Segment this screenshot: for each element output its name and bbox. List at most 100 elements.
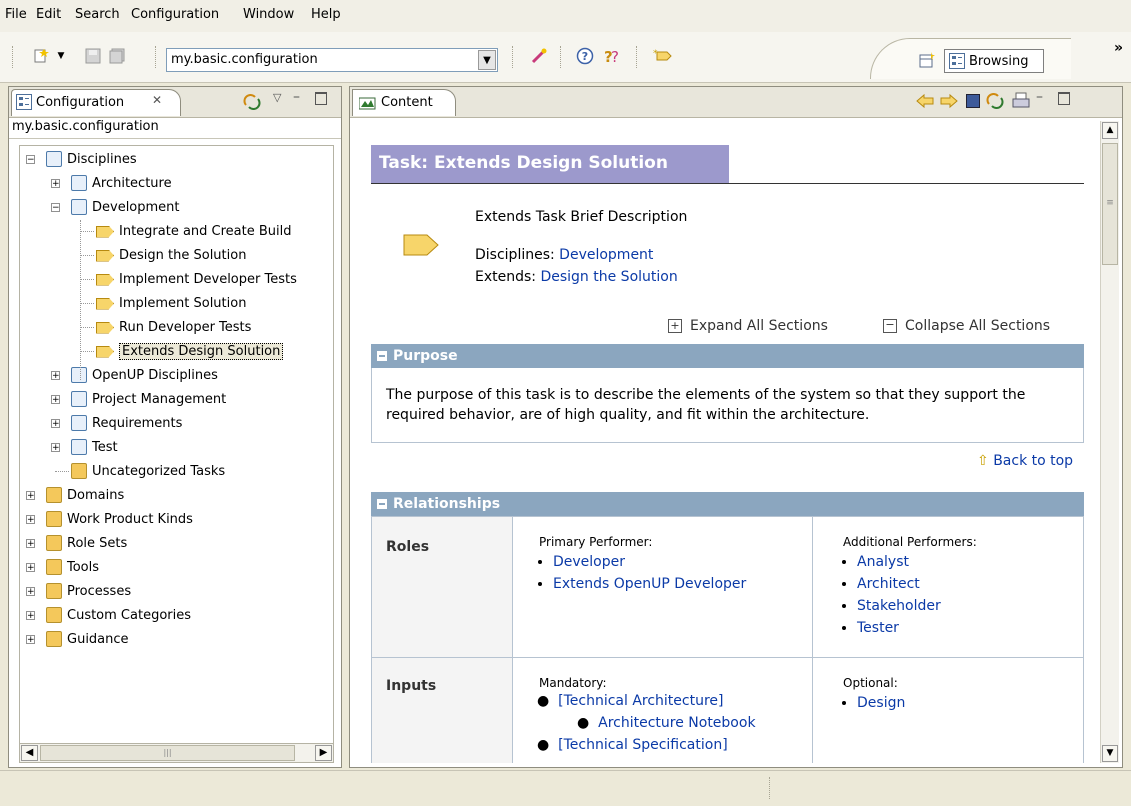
menu-configuration[interactable]: Configuration (131, 7, 219, 22)
back-icon[interactable] (916, 92, 934, 114)
architecture-notebook-link[interactable]: Architecture Notebook (598, 715, 755, 731)
configuration-combo[interactable]: my.basic.configuration ▼ (166, 48, 498, 72)
sync-icon[interactable] (986, 92, 1004, 114)
expand-icon[interactable]: + (51, 371, 60, 381)
tree-item[interactable]: Integrate and Create Build (96, 220, 292, 242)
vertical-scrollbar[interactable]: ▲ ≡ ▼ (1100, 121, 1119, 763)
performer-link[interactable]: Tester (857, 620, 899, 636)
scroll-left-icon[interactable]: ◀ (21, 745, 38, 761)
tab-configuration[interactable]: Configuration ✕ (11, 89, 181, 116)
tree-item[interactable]: Requirements (71, 412, 182, 434)
development-link[interactable]: Development (559, 247, 653, 263)
performer-link[interactable]: Extends OpenUP Developer (553, 576, 746, 592)
menu-file[interactable]: File (5, 7, 27, 22)
horizontal-scrollbar[interactable]: ◀ ||| ▶ (19, 743, 334, 763)
task-icon (96, 297, 114, 310)
performer-link[interactable]: Stakeholder (857, 598, 941, 614)
expand-icon[interactable]: + (26, 635, 35, 645)
technical-architecture-link[interactable]: [Technical Architecture] (558, 693, 723, 709)
performer-link[interactable]: Developer (553, 554, 625, 570)
expand-icon[interactable]: + (51, 395, 60, 405)
maximize-icon[interactable] (1058, 92, 1070, 105)
scroll-up-icon[interactable]: ▲ (1102, 122, 1118, 139)
save-icon[interactable] (82, 45, 104, 67)
expand-icon[interactable]: + (51, 419, 60, 429)
stop-icon[interactable] (966, 94, 980, 108)
tree-item[interactable]: Test (71, 436, 118, 458)
scroll-down-icon[interactable]: ▼ (1102, 745, 1118, 762)
expand-icon[interactable]: + (26, 515, 35, 525)
tree-item[interactable]: Implement Developer Tests (96, 268, 297, 290)
new-icon[interactable] (30, 45, 52, 67)
expand-icon[interactable]: + (51, 179, 60, 189)
tools-folder-icon (46, 559, 62, 575)
expand-icon[interactable]: + (51, 443, 60, 453)
performer-link[interactable]: Architect (857, 576, 920, 592)
minimize-icon[interactable]: – (293, 89, 300, 105)
forward-icon[interactable] (940, 92, 958, 114)
tree-item[interactable]: Design the Solution (96, 244, 246, 266)
view-menu-icon[interactable]: ▽ (273, 91, 281, 104)
tree-item[interactable]: Project Management (71, 388, 226, 410)
tree-item[interactable]: OpenUP Disciplines (71, 364, 218, 386)
menu-help[interactable]: Help (311, 7, 341, 22)
task-icon (96, 225, 114, 238)
tree-item[interactable]: Architecture (71, 172, 172, 194)
collapse-icon[interactable]: − (26, 155, 35, 165)
open-perspective-icon[interactable] (916, 49, 938, 71)
tree-item[interactable]: Guidance (46, 628, 129, 650)
tree-item[interactable]: Development (71, 196, 180, 218)
new-dropdown-icon[interactable]: ▼ (50, 45, 72, 67)
mandatory-label: Mandatory: (539, 676, 607, 690)
design-the-solution-link[interactable]: Design the Solution (540, 269, 677, 285)
tree-item[interactable]: Custom Categories (46, 604, 191, 626)
technical-specification-link[interactable]: [Technical Specification] (558, 737, 728, 753)
scroll-right-icon[interactable]: ▶ (315, 745, 332, 761)
minimize-icon[interactable]: – (1036, 89, 1043, 105)
expand-icon[interactable]: + (26, 491, 35, 501)
expand-icon[interactable]: + (26, 563, 35, 573)
tree-item[interactable]: Role Sets (46, 532, 127, 554)
tree-item[interactable]: Implement Solution (96, 292, 246, 314)
expand-icon[interactable]: + (26, 587, 35, 597)
horizontal-scroll-thumb[interactable]: ||| (40, 745, 295, 761)
expand-icon[interactable]: + (26, 611, 35, 621)
browsing-perspective-button[interactable]: Browsing (944, 49, 1044, 73)
performer-link[interactable]: Analyst (857, 554, 909, 570)
expand-icon[interactable]: + (26, 539, 35, 549)
menu-window[interactable]: Window (243, 7, 294, 22)
collapse-icon[interactable]: − (51, 203, 60, 213)
close-icon[interactable]: ✕ (152, 93, 162, 107)
menu-search[interactable]: Search (75, 7, 120, 22)
collapse-all-sections[interactable]: − Collapse All Sections (883, 318, 1050, 334)
menu-edit[interactable]: Edit (36, 7, 61, 22)
tree-item[interactable]: Run Developer Tests (96, 316, 251, 338)
new-plugin-icon[interactable]: * (652, 45, 674, 67)
svg-text:?: ? (582, 50, 588, 63)
maximize-icon[interactable] (315, 92, 327, 105)
uncategorized-icon (71, 463, 87, 479)
tree-item[interactable]: Tools (46, 556, 99, 578)
tree-item[interactable]: Domains (46, 484, 124, 506)
custom-folder-icon (46, 607, 62, 623)
back-to-top-link[interactable]: ⇧ Back to top (977, 453, 1073, 469)
relationships-section-header[interactable]: Relationships (371, 492, 1084, 516)
print-icon[interactable] (1012, 92, 1030, 114)
more-perspectives-chevron-icon[interactable]: » (1114, 40, 1123, 56)
tree-item[interactable]: Processes (46, 580, 131, 602)
chevron-down-icon[interactable]: ▼ (478, 50, 496, 70)
purpose-section-header[interactable]: Purpose (371, 344, 1084, 368)
tab-content[interactable]: Content (352, 89, 456, 116)
save-all-icon[interactable] (106, 45, 128, 67)
input-link[interactable]: Design (857, 695, 905, 711)
help-icon[interactable]: ? (574, 45, 596, 67)
tree-item[interactable]: Disciplines (46, 148, 137, 170)
tree-item[interactable]: Extends Design Solution (96, 340, 284, 362)
vertical-scroll-thumb[interactable]: ≡ (1102, 143, 1118, 265)
tree-item[interactable]: Uncategorized Tasks (71, 460, 225, 482)
wand-icon[interactable] (528, 45, 550, 67)
expand-all-sections[interactable]: + Expand All Sections (668, 318, 828, 334)
search-help-icon[interactable]: ?? (600, 45, 622, 67)
sync-icon[interactable] (243, 93, 261, 115)
tree-item[interactable]: Work Product Kinds (46, 508, 193, 530)
